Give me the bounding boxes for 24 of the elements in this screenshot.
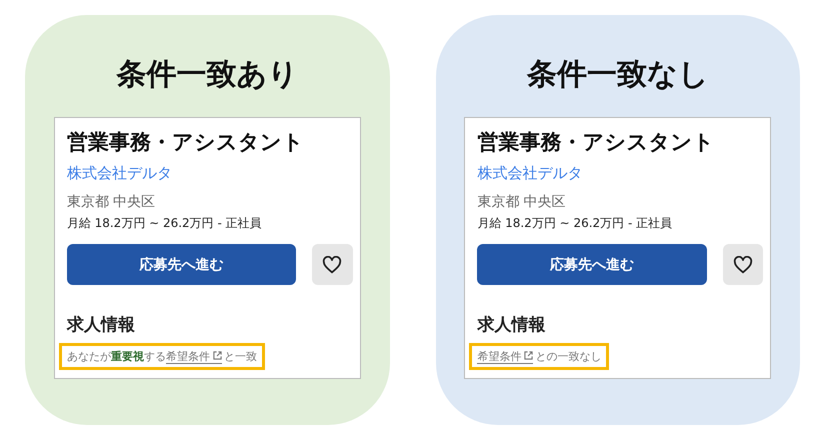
apply-button[interactable]: 応募先へ進む (66, 244, 296, 285)
section-title: 求人情報 (66, 314, 135, 336)
salary-text: 月給 18.2万円 ~ 26.2万円 - 正社員 (477, 215, 672, 232)
external-link-icon (212, 351, 222, 360)
job-title: 営業事務・アシスタント (66, 129, 304, 156)
match-note: 希望条件 との一致なし (469, 343, 610, 370)
company-link[interactable]: 株式会社デルタ (477, 164, 582, 183)
heart-icon (322, 256, 342, 274)
preferences-link[interactable]: 希望条件 (166, 350, 222, 364)
heart-icon (732, 256, 753, 274)
section-title: 求人情報 (477, 314, 546, 336)
panel-heading: 条件一致あり (116, 56, 298, 94)
job-location: 東京都 中央区 (66, 193, 156, 211)
preferences-link[interactable]: 希望条件 (477, 350, 534, 364)
company-link[interactable]: 株式会社デルタ (66, 164, 172, 183)
external-link-icon (524, 351, 534, 360)
job-title: 営業事務・アシスタント (477, 129, 714, 156)
match-note: あなたが重要視する希望条件 と一致 (58, 343, 265, 370)
apply-button[interactable]: 応募先へ進む (477, 244, 707, 285)
salary-text: 月給 18.2万円 ~ 26.2万円 - 正社員 (66, 215, 262, 232)
favorite-button[interactable] (722, 244, 764, 285)
favorite-button[interactable] (312, 244, 353, 285)
panel-heading: 条件一致なし (526, 56, 709, 94)
job-location: 東京都 中央区 (477, 193, 566, 211)
